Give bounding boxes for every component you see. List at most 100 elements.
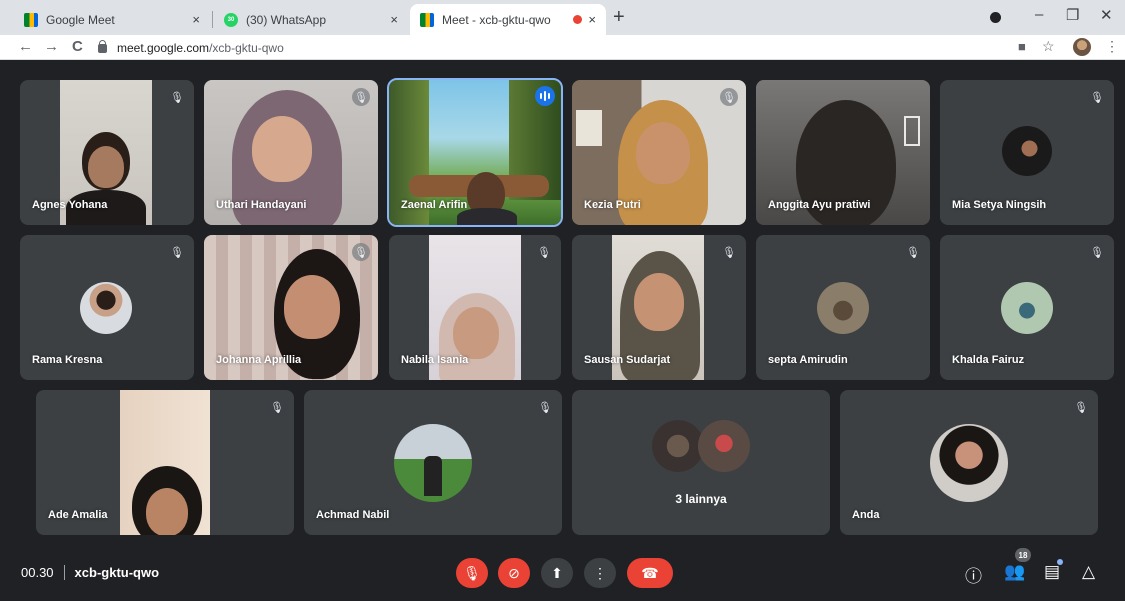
self-name: Anda (852, 509, 880, 521)
participant-name: Johanna Aprillia (216, 354, 302, 366)
participant-avatar (80, 282, 132, 334)
meeting-stage: 🎙 Agnes Yohana 🎙 Uthari Handayani Zaenal… (0, 61, 1125, 601)
new-tab-button[interactable]: + (613, 6, 625, 29)
participant-tile[interactable]: 🎙 Uthari Handayani (204, 80, 378, 225)
mic-off-icon: 🎙 (536, 398, 554, 416)
participant-name: Achmad Nabil (316, 509, 390, 521)
back-icon[interactable]: ← (18, 38, 33, 55)
participant-tile[interactable]: 🎙 Mia Setya Ningsih (940, 80, 1114, 225)
mic-off-icon: 🎙 (720, 243, 738, 261)
mic-off-icon: 🎙 (352, 243, 370, 261)
tab-close-icon[interactable]: × (390, 12, 398, 27)
recording-dot-icon (573, 15, 583, 24)
overflow-participants-tile[interactable]: 3 lainnya (572, 390, 830, 535)
mic-off-icon: 🎙 (168, 88, 186, 106)
url-host: meet.google.com (117, 40, 210, 55)
tab-close-icon[interactable]: × (588, 12, 596, 27)
mic-off-icon: 🎙 (268, 398, 286, 416)
mic-off-icon: 🎙 (352, 88, 370, 106)
end-call-button[interactable]: ☎ (627, 558, 673, 588)
participant-avatar (817, 282, 869, 334)
participant-name: Rama Kresna (32, 354, 103, 366)
google-meet-icon (24, 12, 38, 27)
restore-button[interactable]: ❐ (1066, 6, 1079, 24)
people-count-badge: 18 (1015, 548, 1031, 562)
tab-google-meet[interactable]: Google Meet × (14, 4, 210, 35)
mic-off-icon: 🎙 (720, 88, 738, 106)
camera-toggle-button[interactable]: ⊘ (498, 558, 530, 588)
address-bar: ← → C meet.google.com/xcb-gktu-qwo ■ ☆ ⋮ (0, 35, 1125, 60)
participant-name: Uthari Handayani (216, 199, 307, 211)
self-tile[interactable]: 🎙 Anda (840, 390, 1098, 535)
tab-strip: Google Meet × 30 (30) WhatsApp × Meet - … (0, 0, 1125, 35)
participant-tile[interactable]: 🎙 Nabila Isania (389, 235, 561, 380)
participant-name: Agnes Yohana (32, 199, 108, 211)
tab-title: Meet - xcb-gktu-qwo (442, 12, 551, 27)
participant-avatar (698, 420, 750, 472)
close-window-button[interactable]: ✕ (1100, 6, 1113, 24)
speaking-indicator-icon (535, 86, 555, 106)
star-icon[interactable]: ☆ (1042, 38, 1055, 55)
tab-close-icon[interactable]: × (192, 12, 200, 27)
tab-meet-active[interactable]: Meet - xcb-gktu-qwo × (410, 4, 606, 35)
lock-icon (98, 40, 107, 53)
minimize-button[interactable]: – (1035, 6, 1043, 23)
participant-name: Anggita Ayu pratiwi (768, 199, 871, 211)
participant-tile[interactable]: 🎙 Khalda Fairuz (940, 235, 1114, 380)
participant-tile[interactable]: 🎙 septa Amirudin (756, 235, 930, 380)
mic-off-icon: 🎙 (1088, 88, 1106, 106)
tab-whatsapp[interactable]: 30 (30) WhatsApp × (214, 4, 408, 35)
activities-icon[interactable]: △ (1082, 562, 1095, 582)
chat-icon[interactable]: ▤ (1044, 562, 1060, 582)
people-icon[interactable]: 👥 (1004, 562, 1025, 582)
mic-off-icon: 🎙 (1088, 243, 1106, 261)
overflow-count-label: 3 lainnya (675, 492, 727, 506)
whatsapp-icon: 30 (224, 12, 238, 27)
participant-tile[interactable]: 🎙 Rama Kresna (20, 235, 194, 380)
mic-off-icon: 🎙 (1072, 398, 1090, 416)
profile-avatar[interactable] (1073, 38, 1091, 56)
participant-name: Khalda Fairuz (952, 354, 1025, 366)
forward-icon[interactable]: → (44, 38, 59, 55)
self-avatar (930, 424, 1008, 502)
participant-name: Nabila Isania (401, 354, 469, 366)
mic-toggle-button[interactable]: 🎙 (456, 558, 488, 588)
extension-icon[interactable] (990, 12, 1001, 23)
participant-name: Sausan Sudarjat (584, 354, 671, 366)
url-field[interactable]: meet.google.com/xcb-gktu-qwo (98, 37, 998, 58)
participant-video (120, 390, 210, 535)
mic-off-icon: 🎙 (535, 243, 553, 261)
divider (63, 565, 65, 580)
participant-avatar (1002, 126, 1052, 176)
participant-tile[interactable]: Anggita Ayu pratiwi (756, 80, 930, 225)
meeting-info: 00.30 xcb-gktu-qwo (21, 565, 159, 580)
participant-tile[interactable]: 🎙 Johanna Aprillia (204, 235, 378, 380)
meeting-time: 00.30 (21, 565, 54, 580)
participant-name: Kezia Putri (584, 199, 641, 211)
more-options-button[interactable]: ⋮ (584, 558, 616, 588)
participant-tile[interactable]: 🎙 Kezia Putri (572, 80, 746, 225)
kebab-menu-icon[interactable]: ⋮ (1105, 38, 1119, 55)
mic-off-icon: 🎙 (904, 243, 922, 261)
tab-title: (30) WhatsApp (246, 12, 327, 27)
participant-name: Ade Amalia (48, 509, 108, 521)
info-icon[interactable]: ⓘ (965, 562, 982, 587)
present-screen-icon: ⬆ (551, 564, 563, 581)
mic-off-icon: 🎙 (463, 564, 481, 581)
participant-tile[interactable]: 🎙 Sausan Sudarjat (572, 235, 746, 380)
participant-avatar (1001, 282, 1053, 334)
participant-tile[interactable]: 🎙 Ade Amalia (36, 390, 294, 535)
call-controls-bar: 00.30 xcb-gktu-qwo 🎙 ⊘ ⬆ ⋮ ☎ ⓘ 👥 ▤ △ (0, 548, 1125, 601)
tab-divider (212, 11, 213, 28)
chat-notification-dot (1057, 559, 1063, 565)
reload-icon[interactable]: C (72, 38, 83, 55)
present-screen-button[interactable]: ⬆ (541, 558, 573, 588)
participant-tile[interactable]: 🎙 Achmad Nabil (304, 390, 562, 535)
google-meet-icon (420, 12, 434, 27)
participant-tile-speaking[interactable]: Zaenal Arifin (387, 78, 563, 227)
url-path: /xcb-gktu-qwo (209, 40, 284, 55)
camera-icon[interactable]: ■ (1018, 39, 1026, 54)
mic-off-icon: 🎙 (168, 243, 186, 261)
participant-tile[interactable]: 🎙 Agnes Yohana (20, 80, 194, 225)
hang-up-icon: ☎ (641, 564, 659, 581)
